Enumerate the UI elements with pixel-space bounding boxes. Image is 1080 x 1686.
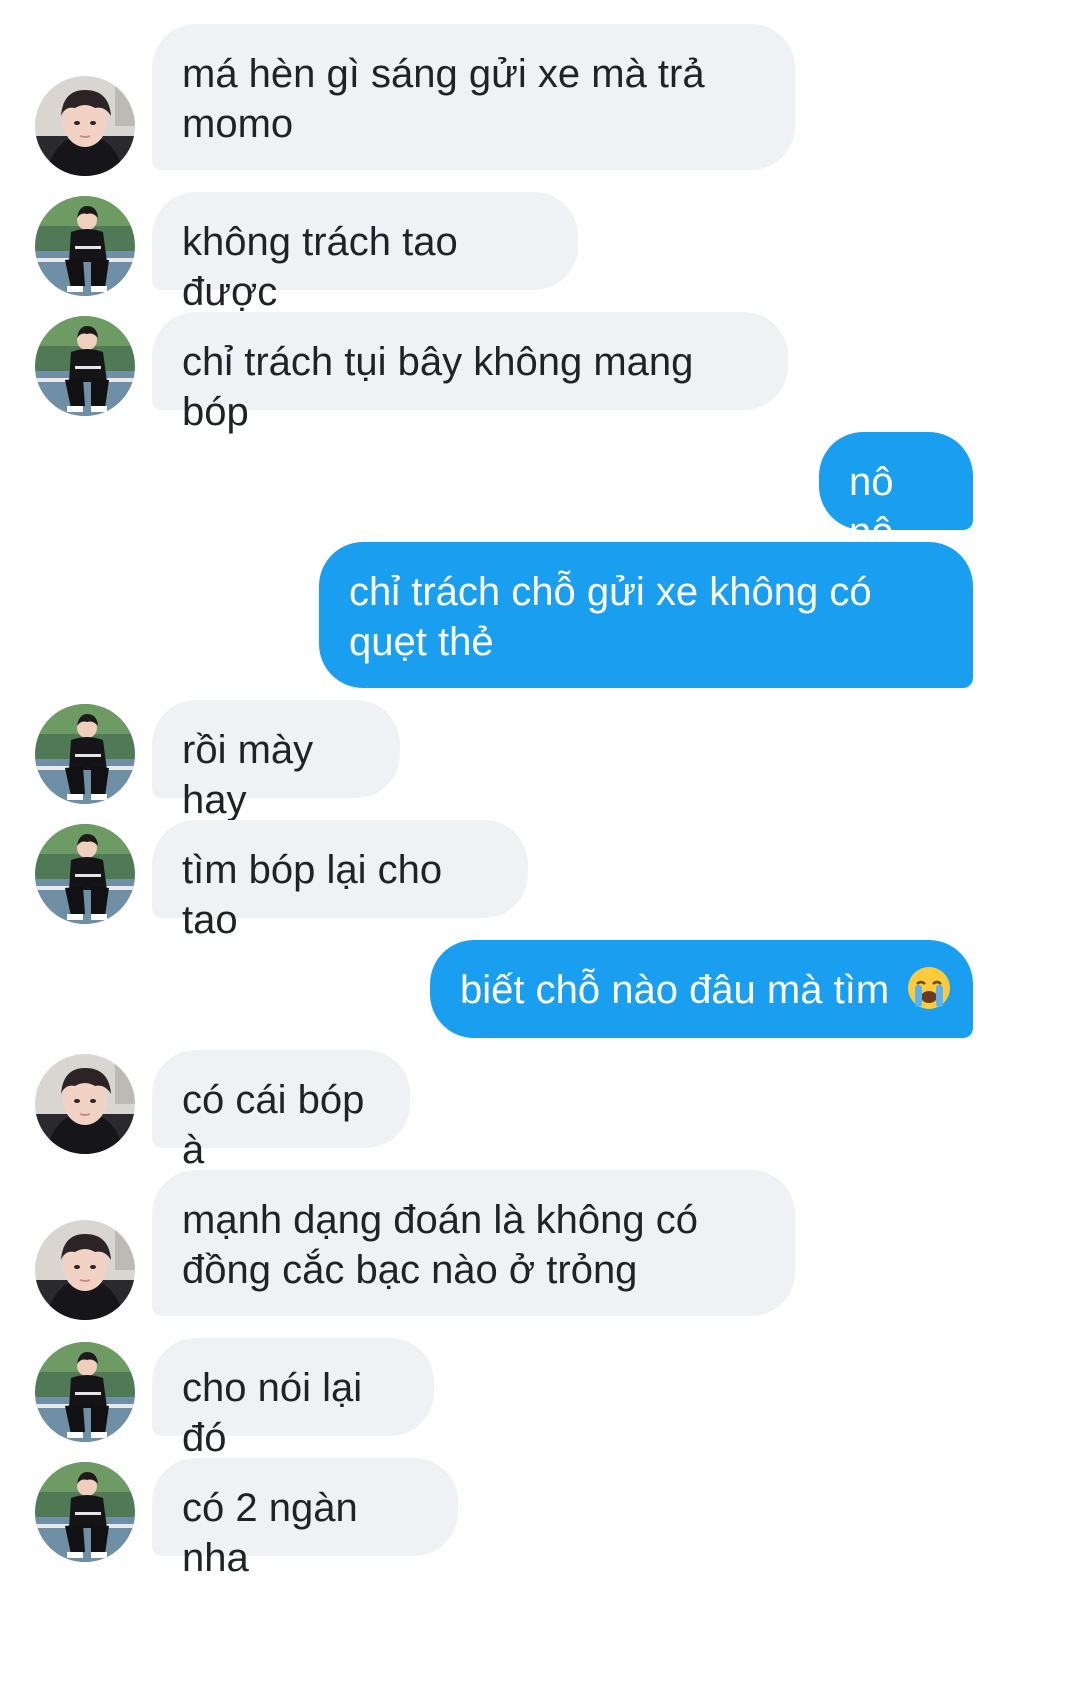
message-row: rồi mày hay	[0, 700, 1080, 822]
incoming-message-bubble[interactable]: má hèn gì sáng gửi xe mà trả momo	[152, 24, 795, 170]
outgoing-message-bubble[interactable]: biết chỗ nào đâu mà tìm	[430, 940, 973, 1038]
message-row: má hèn gì sáng gửi xe mà trả momo	[0, 24, 1080, 170]
message-row: biết chỗ nào đâu mà tìm	[0, 940, 1080, 1038]
contact-avatar[interactable]	[35, 824, 135, 924]
message-text: chỉ trách tụi bây không mang bóp	[182, 340, 694, 434]
avatar-face-icon	[35, 1220, 135, 1320]
avatar-sitting-icon	[35, 196, 135, 296]
incoming-message-bubble[interactable]: không trách tao được	[152, 192, 578, 314]
avatar-face-icon	[35, 1054, 135, 1154]
loudly-crying-face-icon	[908, 967, 951, 1009]
incoming-message-bubble[interactable]: cho nói lại đó	[152, 1338, 434, 1460]
contact-avatar[interactable]	[35, 704, 135, 804]
message-text: cho nói lại đó	[182, 1366, 363, 1460]
message-row: có 2 ngàn nha	[0, 1458, 1080, 1580]
message-row: tìm bóp lại cho tao	[0, 820, 1080, 942]
avatar-sitting-icon	[35, 824, 135, 924]
contact-avatar[interactable]	[35, 76, 135, 176]
contact-avatar[interactable]	[35, 316, 135, 416]
avatar-sitting-icon	[35, 704, 135, 804]
message-text: không trách tao được	[182, 220, 458, 314]
incoming-message-bubble[interactable]: có 2 ngàn nha	[152, 1458, 458, 1580]
message-row: nô nô	[0, 432, 1080, 554]
incoming-message-bubble[interactable]: tìm bóp lại cho tao	[152, 820, 528, 942]
avatar-sitting-icon	[35, 1342, 135, 1442]
message-text: biết chỗ nào đâu mà tìm	[460, 968, 890, 1012]
outgoing-message-bubble[interactable]: chỉ trách chỗ gửi xe không có quẹt thẻ	[319, 542, 973, 688]
incoming-message-bubble[interactable]: có cái bóp à	[152, 1050, 410, 1172]
chat-thread[interactable]: má hèn gì sáng gửi xe mà trả momo không …	[0, 0, 1080, 1686]
incoming-message-bubble[interactable]: mạnh dạng đoán là không có đồng cắc bạc …	[152, 1170, 795, 1316]
contact-avatar[interactable]	[35, 1054, 135, 1154]
message-text: tìm bóp lại cho tao	[182, 848, 443, 942]
message-text: má hèn gì sáng gửi xe mà trả momo	[182, 52, 705, 146]
avatar-face-icon	[35, 76, 135, 176]
incoming-message-bubble[interactable]: rồi mày hay	[152, 700, 400, 822]
contact-avatar[interactable]	[35, 1462, 135, 1562]
avatar-sitting-icon	[35, 316, 135, 416]
message-text: có 2 ngàn nha	[182, 1486, 358, 1580]
message-row: cho nói lại đó	[0, 1338, 1080, 1460]
contact-avatar[interactable]	[35, 196, 135, 296]
avatar-sitting-icon	[35, 1462, 135, 1562]
message-row: mạnh dạng đoán là không có đồng cắc bạc …	[0, 1170, 1080, 1316]
incoming-message-bubble[interactable]: chỉ trách tụi bây không mang bóp	[152, 312, 788, 434]
contact-avatar[interactable]	[35, 1220, 135, 1320]
message-row: chỉ trách tụi bây không mang bóp	[0, 312, 1080, 434]
contact-avatar[interactable]	[35, 1342, 135, 1442]
message-row: không trách tao được	[0, 192, 1080, 314]
message-text: chỉ trách chỗ gửi xe không có quẹt thẻ	[349, 570, 872, 664]
message-row: chỉ trách chỗ gửi xe không có quẹt thẻ	[0, 542, 1080, 688]
message-text: nô nô	[849, 460, 894, 554]
message-text: rồi mày hay	[182, 728, 314, 822]
message-text: mạnh dạng đoán là không có đồng cắc bạc …	[182, 1198, 698, 1292]
outgoing-message-bubble[interactable]: nô nô	[819, 432, 973, 554]
message-row: có cái bóp à	[0, 1050, 1080, 1172]
message-text: có cái bóp à	[182, 1078, 365, 1172]
